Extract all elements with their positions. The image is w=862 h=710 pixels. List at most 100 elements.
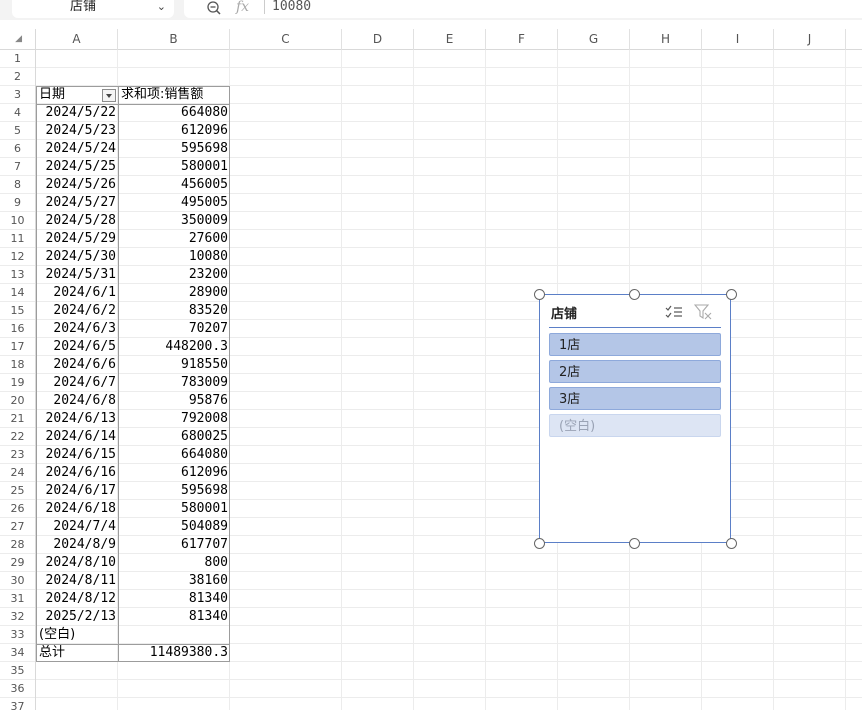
pivot-date-cell[interactable]: 2024/6/8 [36, 392, 118, 410]
row-header-16[interactable]: 16 [0, 320, 35, 338]
pivot-date-cell[interactable]: 2024/5/22 [36, 104, 118, 122]
pivot-date-cell[interactable]: 2024/5/30 [36, 248, 118, 266]
row-header-37[interactable]: 37 [0, 698, 35, 710]
row-header-35[interactable]: 35 [0, 662, 35, 680]
row-header-33[interactable]: 33 [0, 626, 35, 644]
pivot-date-cell[interactable]: 2024/5/29 [36, 230, 118, 248]
pivot-value-cell[interactable]: 612096 [118, 464, 230, 482]
pivot-value-cell[interactable]: 580001 [118, 158, 230, 176]
pivot-total-label[interactable]: 总计 [36, 644, 118, 662]
pivot-value-cell[interactable]: 448200.3 [118, 338, 230, 356]
pivot-date-cell[interactable]: 2024/5/26 [36, 176, 118, 194]
pivot-value-cell[interactable]: 23200 [118, 266, 230, 284]
row-header-25[interactable]: 25 [0, 482, 35, 500]
column-header-g[interactable]: G [558, 29, 630, 50]
pivot-value-cell[interactable]: 680025 [118, 428, 230, 446]
resize-handle[interactable] [725, 537, 737, 549]
pivot-value-cell[interactable]: 83520 [118, 302, 230, 320]
pivot-date-cell[interactable]: 2024/8/12 [36, 590, 118, 608]
pivot-date-cell[interactable]: 2024/6/3 [36, 320, 118, 338]
pivot-date-cell[interactable]: 2024/6/15 [36, 446, 118, 464]
pivot-value-cell[interactable]: 28900 [118, 284, 230, 302]
resize-handle[interactable] [533, 537, 545, 549]
pivot-value-cell[interactable]: 918550 [118, 356, 230, 374]
chevron-down-icon[interactable]: ⌄ [157, 0, 166, 18]
pivot-date-cell[interactable]: 2025/2/13 [36, 608, 118, 626]
resize-handle[interactable] [725, 288, 737, 300]
pivot-date-cell[interactable]: 2024/6/14 [36, 428, 118, 446]
formula-value[interactable]: 10080 [272, 0, 311, 18]
column-header-c[interactable]: C [230, 29, 342, 50]
pivot-value-cell[interactable]: 792008 [118, 410, 230, 428]
slicer-panel[interactable]: 店铺 1店 2店 3店 (空白) [539, 294, 731, 543]
column-header-b[interactable]: B [118, 29, 230, 50]
pivot-value-cell[interactable]: 612096 [118, 122, 230, 140]
pivot-total-value[interactable]: 11489380.3 [118, 644, 230, 662]
pivot-value-cell[interactable]: 81340 [118, 590, 230, 608]
pivot-value-cell[interactable]: 456005 [118, 176, 230, 194]
row-header-11[interactable]: 11 [0, 230, 35, 248]
pivot-value-cell[interactable]: 38160 [118, 572, 230, 590]
formula-input[interactable]: fx 10080 [184, 0, 862, 18]
row-header-24[interactable]: 24 [0, 464, 35, 482]
zoom-icon[interactable] [206, 0, 222, 16]
row-header-4[interactable]: 4 [0, 104, 35, 122]
column-header-e[interactable]: E [414, 29, 486, 50]
slicer-item[interactable]: 1店 [549, 333, 721, 356]
pivot-date-cell[interactable]: 2024/8/10 [36, 554, 118, 572]
pivot-date-cell[interactable]: (空白) [36, 626, 118, 644]
pivot-date-cell[interactable]: 2024/6/6 [36, 356, 118, 374]
pivot-date-cell[interactable]: 2024/6/18 [36, 500, 118, 518]
row-header-34[interactable]: 34 [0, 644, 35, 662]
pivot-date-cell[interactable]: 2024/6/13 [36, 410, 118, 428]
pivot-date-cell[interactable]: 2024/8/9 [36, 536, 118, 554]
row-header-29[interactable]: 29 [0, 554, 35, 572]
row-header-36[interactable]: 36 [0, 680, 35, 698]
multi-select-icon[interactable] [665, 305, 683, 319]
name-box[interactable]: 店铺 ⌄ [12, 0, 174, 18]
row-header-5[interactable]: 5 [0, 122, 35, 140]
pivot-value-cell[interactable]: 70207 [118, 320, 230, 338]
pivot-date-cell[interactable]: 2024/5/25 [36, 158, 118, 176]
pivot-date-cell[interactable]: 2024/6/17 [36, 482, 118, 500]
row-header-20[interactable]: 20 [0, 392, 35, 410]
row-header-19[interactable]: 19 [0, 374, 35, 392]
column-header-a[interactable]: A [36, 29, 118, 50]
pivot-date-cell[interactable]: 2024/7/4 [36, 518, 118, 536]
column-header-h[interactable]: H [630, 29, 702, 50]
column-header-d[interactable]: D [342, 29, 414, 50]
column-header-f[interactable]: F [486, 29, 558, 50]
row-header-8[interactable]: 8 [0, 176, 35, 194]
slicer-item[interactable]: 2店 [549, 360, 721, 383]
row-header-18[interactable]: 18 [0, 356, 35, 374]
pivot-date-cell[interactable]: 2024/5/27 [36, 194, 118, 212]
row-header-3[interactable]: 3 [0, 86, 35, 104]
pivot-value-cell[interactable]: 27600 [118, 230, 230, 248]
pivot-date-cell[interactable]: 2024/6/16 [36, 464, 118, 482]
row-header-23[interactable]: 23 [0, 446, 35, 464]
pivot-value-cell[interactable]: 783009 [118, 374, 230, 392]
resize-handle[interactable] [628, 288, 640, 300]
row-header-31[interactable]: 31 [0, 590, 35, 608]
row-header-30[interactable]: 30 [0, 572, 35, 590]
row-header-15[interactable]: 15 [0, 302, 35, 320]
row-header-1[interactable]: 1 [0, 50, 35, 68]
row-header-27[interactable]: 27 [0, 518, 35, 536]
resize-handle[interactable] [533, 288, 545, 300]
row-header-17[interactable]: 17 [0, 338, 35, 356]
pivot-value-cell[interactable]: 504089 [118, 518, 230, 536]
resize-handle[interactable] [628, 537, 640, 549]
slicer-item[interactable]: (空白) [549, 414, 721, 437]
row-header-32[interactable]: 32 [0, 608, 35, 626]
pivot-date-cell[interactable]: 2024/5/23 [36, 122, 118, 140]
pivot-value-cell[interactable]: 595698 [118, 482, 230, 500]
pivot-value-cell[interactable]: 664080 [118, 104, 230, 122]
row-header-10[interactable]: 10 [0, 212, 35, 230]
pivot-date-cell[interactable]: 2024/6/5 [36, 338, 118, 356]
pivot-value-cell[interactable]: 664080 [118, 446, 230, 464]
clear-filter-icon[interactable] [694, 304, 712, 320]
pivot-value-cell[interactable]: 81340 [118, 608, 230, 626]
pivot-date-cell[interactable]: 2024/5/24 [36, 140, 118, 158]
pivot-value-cell[interactable]: 10080 [118, 248, 230, 266]
pivot-filter-dropdown-icon[interactable] [102, 89, 116, 102]
